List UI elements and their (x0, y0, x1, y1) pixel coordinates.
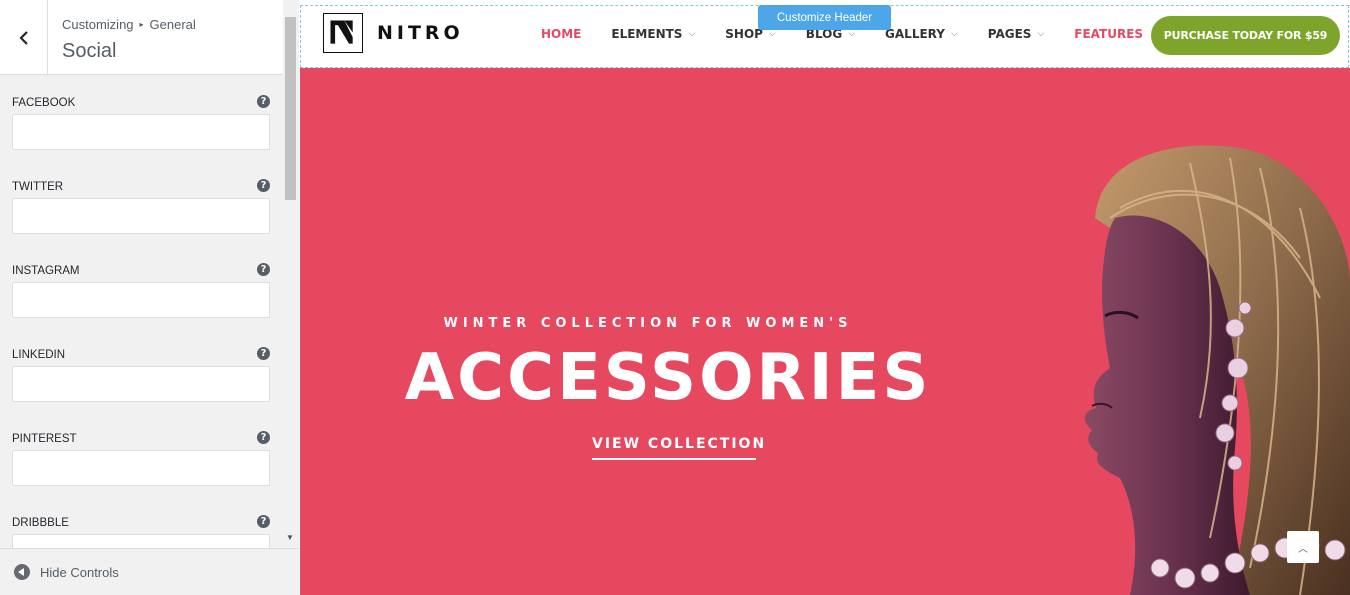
logo-mark-icon (323, 13, 363, 53)
twitter-input[interactable] (12, 198, 270, 234)
chevron-left-icon (18, 30, 28, 45)
nav-label: PAGES (987, 27, 1032, 41)
panel-title: Social (62, 40, 117, 62)
help-icon[interactable]: ? (257, 179, 270, 192)
sidebar-scrollbar[interactable]: ▼ (283, 0, 299, 548)
nav-label: GALLERY (885, 27, 945, 41)
site-logo[interactable]: NITRO (323, 13, 464, 53)
back-button[interactable] (0, 0, 48, 75)
customize-header-button[interactable]: Customize Header (758, 5, 891, 30)
collapse-left-icon (14, 564, 30, 580)
social-fields: FACEBOOK ? TWITTER ? INSTAGRAM ? LINKEDI… (0, 76, 283, 548)
chevron-down-icon: ⌵ (950, 29, 958, 39)
hero-banner: WINTER COLLECTION FOR WOMEN'S ACCESSORIE… (300, 68, 1350, 595)
nav-pages[interactable]: PAGES ⌵ (988, 27, 1045, 41)
instagram-input[interactable] (12, 282, 270, 318)
nav-label: SHOP (725, 27, 763, 41)
customizer-sidebar: Customizing ▸ General Social FACEBOOK ? … (0, 0, 299, 595)
scroll-to-top-button[interactable]: ︿ (1287, 531, 1319, 563)
panel-header: Customizing ▸ General Social (0, 0, 283, 75)
chevron-up-icon: ︿ (1298, 543, 1308, 555)
linkedin-input[interactable] (12, 366, 270, 402)
view-collection-link[interactable]: VIEW COLLECTION (592, 436, 764, 460)
field-label: LINKEDIN (12, 349, 66, 361)
model-portrait-image (1084, 145, 1350, 595)
scroll-down-arrow-icon[interactable]: ▼ (286, 533, 294, 542)
field-label: DRIBBBLE (12, 517, 69, 529)
nav-gallery[interactable]: GALLERY ⌵ (885, 27, 958, 41)
chevron-down-icon: ⌵ (768, 29, 776, 39)
breadcrumb: Customizing ▸ General (62, 17, 196, 32)
site-preview: NITRO HOME ELEMENTS ⌵ SHOP ⌵ BLOG ⌵ GALL… (300, 0, 1350, 595)
facebook-input[interactable] (12, 114, 270, 150)
chevron-down-icon: ⌵ (1037, 29, 1045, 39)
chevron-down-icon: ⌵ (848, 29, 856, 39)
nav-label: FEATURES (1074, 27, 1144, 41)
help-icon[interactable]: ? (257, 95, 270, 108)
chevron-down-icon: ⌵ (688, 29, 696, 39)
help-icon[interactable]: ? (257, 431, 270, 444)
field-label: INSTAGRAM (12, 265, 80, 277)
help-icon[interactable]: ? (257, 515, 270, 528)
scrollbar-thumb[interactable] (285, 17, 296, 200)
nav-elements[interactable]: ELEMENTS ⌵ (611, 27, 695, 41)
nav-label: ELEMENTS (611, 27, 683, 41)
hide-controls-button[interactable]: Hide Controls (0, 548, 299, 595)
field-label: TWITTER (12, 181, 64, 193)
nav-features[interactable]: FEATURES (1074, 27, 1143, 41)
hide-controls-label: Hide Controls (40, 564, 119, 580)
field-label: FACEBOOK (12, 97, 76, 109)
breadcrumb-parent: Customizing (62, 17, 134, 32)
nav-label: HOME (541, 27, 582, 41)
help-icon[interactable]: ? (257, 347, 270, 360)
hero-subtitle: WINTER COLLECTION FOR WOMEN'S (443, 316, 853, 331)
field-label: PINTEREST (12, 433, 77, 445)
breadcrumb-section: General (149, 17, 196, 32)
logo-text: NITRO (377, 22, 464, 44)
hero-title: ACCESSORIES (404, 341, 932, 415)
nav-home[interactable]: HOME (541, 27, 581, 41)
purchase-button[interactable]: PURCHASE TODAY FOR $59 (1151, 16, 1340, 55)
breadcrumb-separator-icon: ▸ (139, 20, 144, 29)
dribbble-input[interactable] (12, 534, 270, 548)
help-icon[interactable]: ? (257, 263, 270, 276)
pinterest-input[interactable] (12, 450, 270, 486)
